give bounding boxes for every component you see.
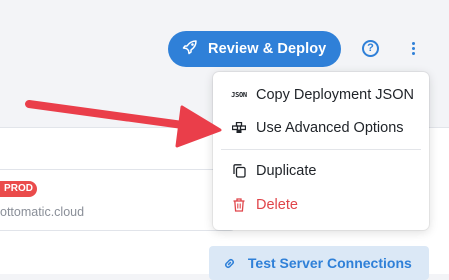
status-badge: PROD <box>0 181 37 197</box>
trash-icon <box>230 198 248 212</box>
review-deploy-label: Review & Deploy <box>208 41 327 57</box>
advanced-options-icon <box>230 122 248 134</box>
json-icon: JSON <box>231 91 247 99</box>
menu-item-label: Copy Deployment JSON <box>256 87 414 103</box>
menu-item-label: Delete <box>256 197 298 213</box>
menu-item-label: Use Advanced Options <box>256 120 404 136</box>
test-server-connections-label: Test Server Connections <box>247 255 412 271</box>
menu-item-duplicate[interactable]: Duplicate <box>213 154 429 188</box>
menu-item-delete[interactable]: Delete <box>213 188 429 222</box>
link-icon <box>223 255 240 271</box>
menu-item-label: Duplicate <box>256 163 317 179</box>
help-icon[interactable]: ? <box>362 40 379 57</box>
test-server-connections-button[interactable]: Test Server Connections <box>209 246 429 280</box>
rocket-icon <box>182 39 198 59</box>
menu-divider <box>221 149 421 150</box>
server-card[interactable] <box>0 169 236 231</box>
duplicate-icon <box>230 164 248 178</box>
menu-item-copy-deployment-json[interactable]: JSON Copy Deployment JSON <box>213 78 429 112</box>
actions-dropdown-menu: JSON Copy Deployment JSON Use Advanced O… <box>213 72 429 230</box>
more-options-icon[interactable] <box>408 40 418 58</box>
server-host: ottomatic.cloud <box>0 205 85 219</box>
menu-item-use-advanced-options[interactable]: Use Advanced Options <box>213 111 429 145</box>
review-deploy-button[interactable]: Review & Deploy <box>168 31 341 67</box>
